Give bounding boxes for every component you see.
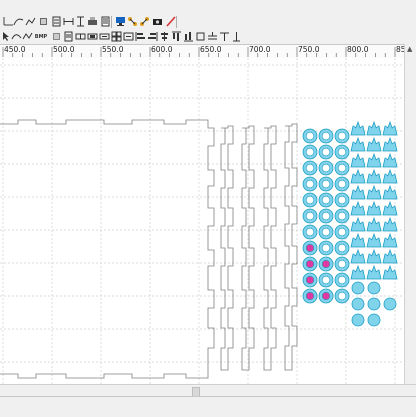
- toolbar-row-drawing: BMP: [0, 30, 416, 45]
- piece-center: [305, 275, 315, 285]
- piece-center: [337, 147, 347, 157]
- ruler-label: 750.0: [298, 45, 320, 54]
- piece-center: [321, 243, 331, 253]
- round-piece[interactable]: [383, 297, 397, 311]
- print-icon[interactable]: [86, 15, 99, 28]
- piece-center: [321, 211, 331, 221]
- piece-center: [337, 131, 347, 141]
- box-strip-4[interactable]: [284, 123, 298, 371]
- piece-center: [321, 259, 331, 269]
- round-piece[interactable]: [367, 297, 381, 311]
- vertical-scrollbar[interactable]: ▲: [404, 44, 416, 384]
- ruler-label: 450.0: [4, 45, 26, 54]
- piece-center: [337, 227, 347, 237]
- ruler-label: 550.0: [102, 45, 124, 54]
- polyline-tool-icon[interactable]: [21, 30, 34, 43]
- piece-center: [337, 275, 347, 285]
- design-workspace[interactable]: [0, 58, 404, 384]
- toolbar-separator: [111, 16, 112, 28]
- chess-piece[interactable]: [350, 136, 366, 152]
- piece-center: [321, 227, 331, 237]
- chess-piece[interactable]: [366, 232, 382, 248]
- box-strip-3[interactable]: [263, 125, 277, 371]
- box-strip-1[interactable]: [220, 125, 234, 371]
- piece-center: [305, 179, 315, 189]
- camera-icon[interactable]: [151, 15, 164, 28]
- chess-piece[interactable]: [350, 168, 366, 184]
- piece-center: [337, 291, 347, 301]
- piece-center: [321, 147, 331, 157]
- piece-center: [305, 147, 315, 157]
- chess-piece[interactable]: [350, 264, 366, 280]
- piece-center: [337, 195, 347, 205]
- piece-center: [305, 259, 315, 269]
- piece-center: [305, 243, 315, 253]
- horizontal-ruler: 450.0 500.0 550.0 600.0 650.0 700.0 750.…: [0, 44, 404, 59]
- round-piece[interactable]: [367, 313, 381, 327]
- offset-icon[interactable]: [230, 30, 243, 43]
- design-canvas[interactable]: [0, 58, 405, 384]
- chess-piece[interactable]: [350, 120, 366, 136]
- chess-piece[interactable]: [366, 184, 382, 200]
- chess-piece[interactable]: [350, 248, 366, 264]
- ruler-label: 800.0: [347, 45, 369, 54]
- chess-piece[interactable]: [366, 248, 382, 264]
- chess-piece[interactable]: [366, 216, 382, 232]
- toolbar-separator: [176, 16, 177, 28]
- chess-piece[interactable]: [350, 216, 366, 232]
- ruler-label: 650.0: [200, 45, 222, 54]
- piece-center: [305, 131, 315, 141]
- piece-center: [337, 259, 347, 269]
- polyline-icon[interactable]: [24, 15, 37, 28]
- scroll-up-icon[interactable]: ▲: [407, 45, 412, 53]
- toolbar: BMP: [0, 0, 416, 48]
- round-piece[interactable]: [351, 281, 365, 295]
- ruler-label: 500.0: [53, 45, 75, 54]
- chess-piece[interactable]: [366, 264, 382, 280]
- round-piece[interactable]: [351, 313, 365, 327]
- box-side-panel[interactable]: [0, 119, 215, 379]
- piece-center: [305, 211, 315, 221]
- ruler-label: 600.0: [151, 45, 173, 54]
- ruler-label: 700.0: [249, 45, 271, 54]
- bitmap-icon[interactable]: [37, 15, 50, 28]
- chess-piece[interactable]: [350, 232, 366, 248]
- chess-piece[interactable]: [366, 200, 382, 216]
- piece-center: [321, 275, 331, 285]
- chess-piece[interactable]: [366, 120, 382, 136]
- piece-center: [337, 179, 347, 189]
- chess-piece[interactable]: [350, 184, 366, 200]
- piece-center: [321, 131, 331, 141]
- piece-center: [321, 195, 331, 205]
- piece-center: [321, 291, 331, 301]
- bmp-label: BMP: [34, 33, 48, 40]
- chess-piece[interactable]: [366, 136, 382, 152]
- node-edit-icon[interactable]: [138, 15, 151, 28]
- ruler-label: 850.0: [396, 45, 404, 54]
- round-piece[interactable]: [367, 281, 381, 295]
- chess-piece[interactable]: [350, 152, 366, 168]
- round-piece[interactable]: [351, 297, 365, 311]
- chess-piece[interactable]: [366, 168, 382, 184]
- chess-piece[interactable]: [350, 200, 366, 216]
- piece-center: [305, 291, 315, 301]
- status-bar: [0, 396, 416, 417]
- game-pieces-group[interactable]: [302, 120, 398, 327]
- piece-center: [337, 211, 347, 221]
- text-tool-icon[interactable]: BMP: [34, 30, 48, 43]
- chess-piece[interactable]: [366, 152, 382, 168]
- toolbar-row-main: [0, 15, 416, 30]
- piece-center: [337, 163, 347, 173]
- piece-center: [321, 163, 331, 173]
- piece-center: [321, 179, 331, 189]
- piece-center: [305, 195, 315, 205]
- piece-center: [337, 243, 347, 253]
- piece-center: [305, 227, 315, 237]
- piece-center: [305, 163, 315, 173]
